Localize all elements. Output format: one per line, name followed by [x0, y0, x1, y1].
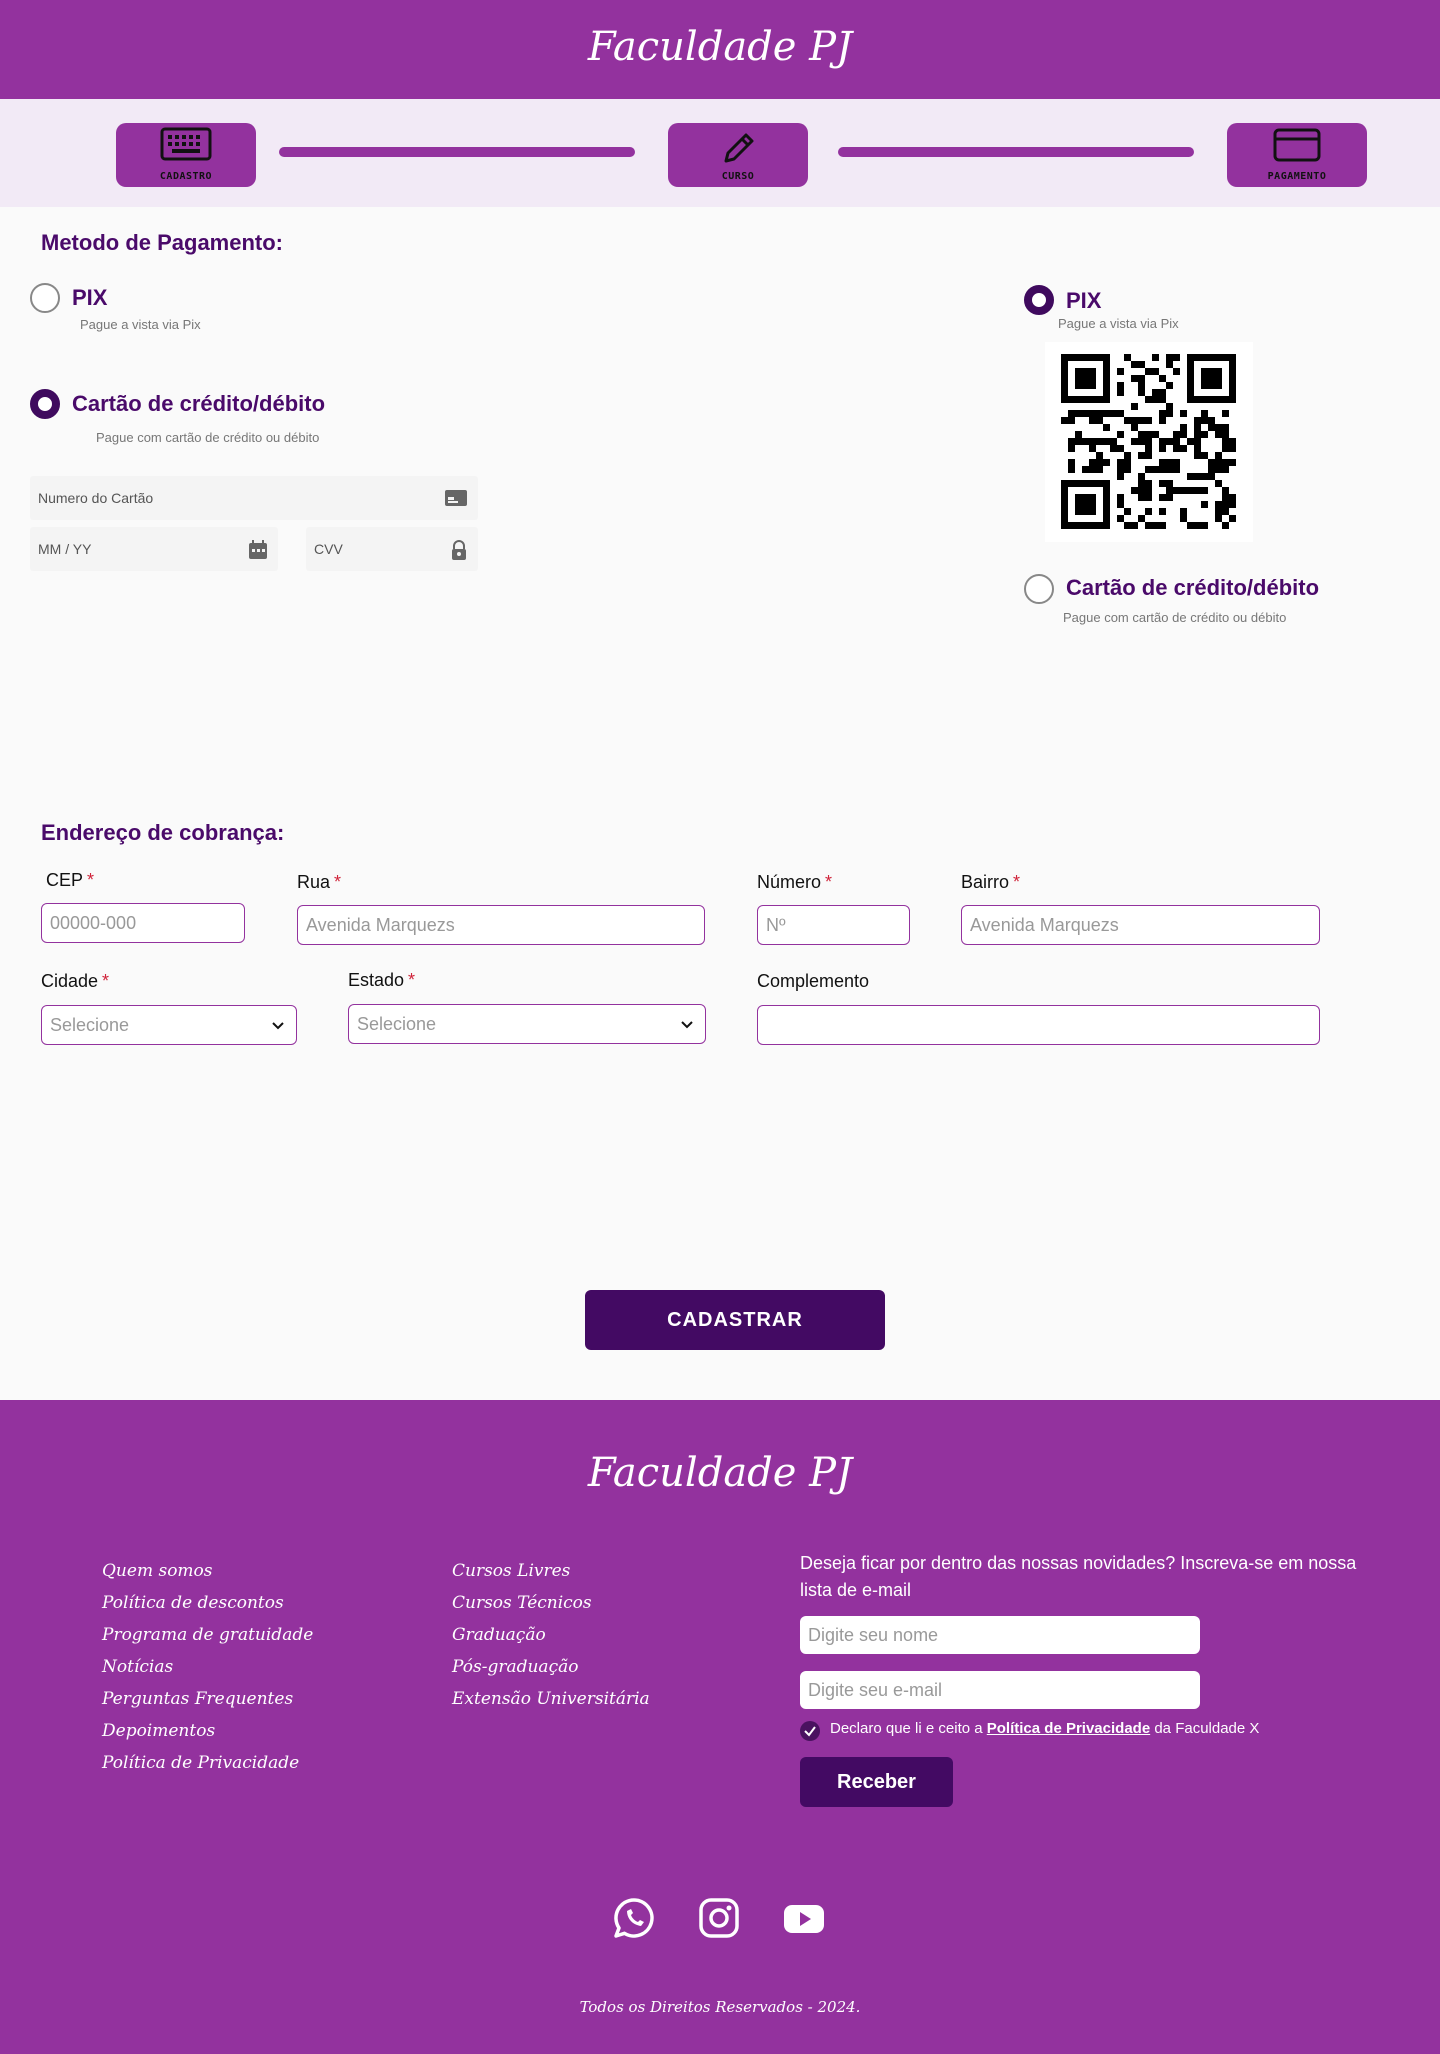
footer-link[interactable]: Perguntas Frequentes — [102, 1683, 313, 1715]
card-number-placeholder: Numero do Cartão — [38, 490, 154, 506]
payment-method-title: Metodo de Pagamento: — [41, 230, 284, 255]
footer-links-courses: Cursos Livres Cursos Técnicos Graduação … — [452, 1555, 650, 1715]
lock-icon — [452, 540, 466, 560]
consent-checkbox[interactable] — [800, 1721, 820, 1741]
cidade-label: Cidade * — [41, 971, 110, 991]
chevron-down-icon — [681, 1021, 693, 1029]
instagram-icon[interactable] — [697, 1896, 741, 1940]
rua-label: Rua * — [297, 872, 342, 892]
check-icon — [804, 1726, 816, 1737]
footer-links-institutional: Quem somos Política de descontos Program… — [102, 1555, 313, 1779]
pix-radio-right[interactable] — [1024, 285, 1054, 315]
pix-radio[interactable] — [30, 283, 60, 313]
youtube-icon[interactable] — [782, 1903, 826, 1935]
complemento-label: Complemento — [757, 971, 870, 991]
card-expiry-placeholder: MM / YY — [38, 541, 92, 557]
rua-input[interactable]: Avenida Marquezs — [297, 905, 705, 945]
step-pagamento[interactable]: PAGAMENTO — [1227, 123, 1367, 187]
footer-link[interactable]: Extensão Universitária — [452, 1683, 650, 1715]
bairro-label: Bairro * — [961, 872, 1021, 892]
footer-link[interactable]: Política de Privacidade — [102, 1747, 313, 1779]
card-option-title-right: Cartão de crédito/débito — [1066, 575, 1320, 600]
billing-address-title: Endereço de cobrança: — [41, 820, 285, 845]
credit-card-icon — [1273, 128, 1321, 162]
card-option-subtitle-right: Pague com cartão de crédito ou débito — [1063, 610, 1287, 625]
pencil-icon — [724, 133, 754, 163]
footer-link[interactable]: Cursos Livres — [452, 1555, 650, 1587]
footer-link[interactable]: Política de descontos — [102, 1587, 313, 1619]
pix-qr-code — [1045, 342, 1253, 542]
footer-link[interactable]: Depoimentos — [102, 1715, 313, 1747]
newsletter-name-input[interactable]: Digite seu nome — [800, 1616, 1200, 1654]
step-curso[interactable]: CURSO — [668, 123, 808, 187]
pix-option-title-right: PIX — [1066, 288, 1102, 313]
card-expiry-input[interactable]: MM / YY — [30, 527, 278, 571]
card-cvv-placeholder: CVV — [314, 541, 343, 557]
calendar-icon — [249, 540, 267, 559]
complemento-input[interactable] — [757, 1005, 1320, 1045]
numero-input[interactable]: Nº — [757, 905, 910, 945]
estado-select[interactable]: Selecione — [348, 1004, 706, 1044]
card-radio[interactable] — [30, 389, 60, 419]
brand-logo[interactable]: Faculdade PJ — [0, 24, 1440, 70]
receber-button[interactable]: Receber — [800, 1757, 953, 1807]
step-connector — [279, 147, 635, 157]
newsletter-email-input[interactable]: Digite seu e-mail — [800, 1671, 1200, 1709]
step-label: CADASTRO — [159, 171, 213, 182]
privacy-policy-link[interactable]: Política de Privacidade — [987, 1720, 1150, 1737]
pix-option-title: PIX — [72, 285, 108, 310]
pix-option-subtitle: Pague a vista via Pix — [80, 317, 201, 332]
numero-label: Número * — [757, 872, 833, 892]
keyboard-icon — [160, 127, 212, 161]
pix-option-subtitle-right: Pague a vista via Pix — [1058, 316, 1179, 331]
card-option-subtitle: Pague com cartão de crédito ou débito — [96, 430, 320, 445]
newsletter-text: Deseja ficar por dentro das nossas novid… — [800, 1553, 1357, 1600]
copyright: Todos os Direitos Reservados - 2024. — [579, 1998, 861, 2016]
footer-link[interactable]: Quem somos — [102, 1555, 313, 1587]
qr-code-image — [1061, 354, 1236, 529]
footer-link[interactable]: Graduação — [452, 1619, 650, 1651]
footer-link[interactable]: Pós-graduação — [452, 1651, 650, 1683]
card-radio-right[interactable] — [1024, 574, 1054, 604]
cep-input[interactable]: 00000-000 — [41, 903, 245, 943]
footer-brand[interactable]: Faculdade PJ — [0, 1450, 1440, 1496]
card-icon — [445, 490, 467, 506]
card-cvv-input[interactable]: CVV — [306, 527, 478, 571]
bairro-input[interactable]: Avenida Marquezs — [961, 905, 1320, 945]
step-connector — [838, 147, 1194, 157]
footer-link[interactable]: Programa de gratuidade — [102, 1619, 313, 1651]
cidade-select[interactable]: Selecione — [41, 1005, 297, 1045]
step-label: CURSO — [721, 171, 755, 182]
card-number-input[interactable]: Numero do Cartão — [30, 476, 478, 520]
whatsapp-icon[interactable] — [612, 1896, 656, 1942]
footer-link[interactable]: Cursos Técnicos — [452, 1587, 650, 1619]
chevron-down-icon — [272, 1022, 284, 1030]
progress-stepper: CADASTRO CURSO PAGAMENTO — [0, 99, 1440, 207]
cadastrar-button[interactable]: CADASTRAR — [585, 1290, 885, 1350]
cep-label: CEP * — [46, 870, 95, 890]
card-option-title: Cartão de crédito/débito — [72, 391, 326, 416]
top-header: Faculdade PJ — [0, 0, 1440, 99]
step-cadastro[interactable]: CADASTRO — [116, 123, 256, 187]
step-label: PAGAMENTO — [1267, 171, 1327, 182]
consent-text: Declaro que li e ceito a Política de Pri… — [830, 1720, 1260, 1737]
estado-label: Estado * — [348, 970, 416, 990]
footer-link[interactable]: Notícias — [102, 1651, 313, 1683]
